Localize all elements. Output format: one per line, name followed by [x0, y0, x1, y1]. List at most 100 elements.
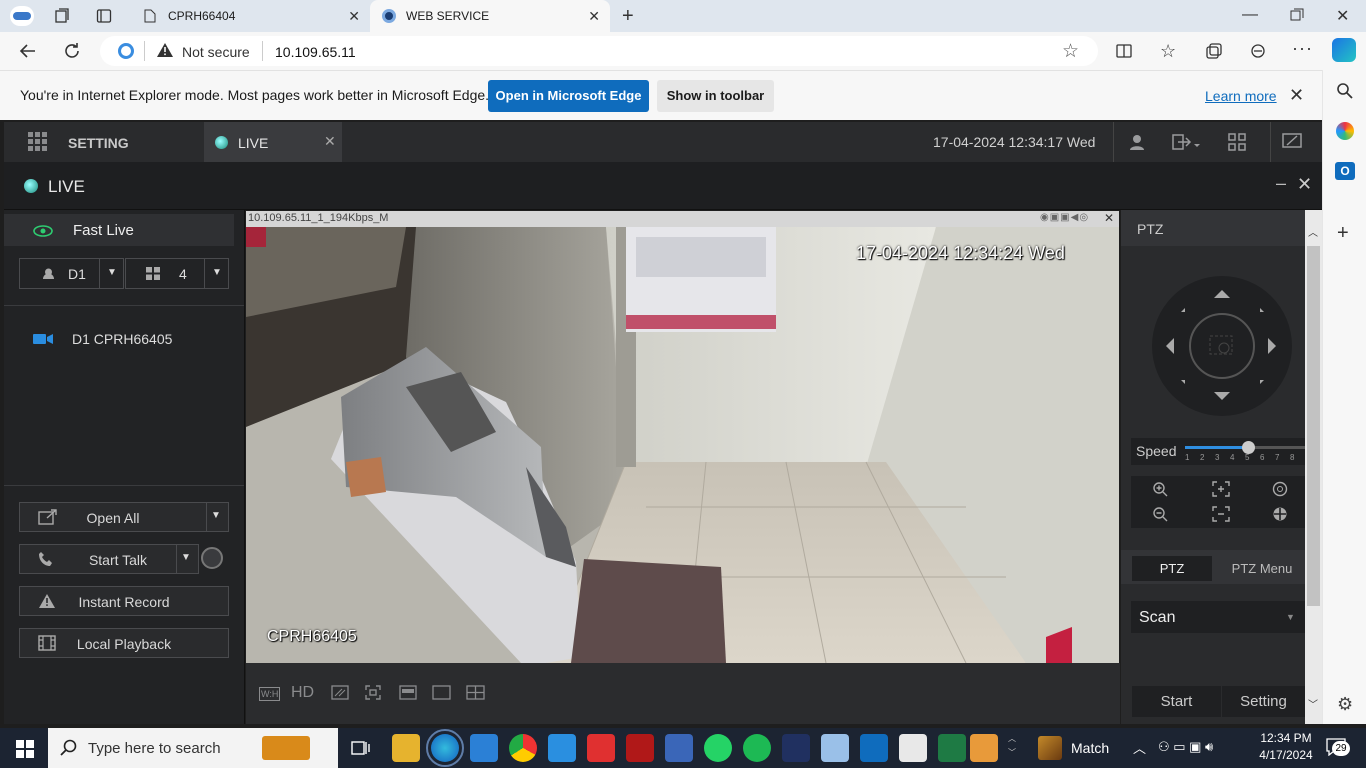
tab-ptz-menu[interactable]: PTZ Menu	[1221, 556, 1303, 581]
ptz-start-button[interactable]: Start	[1132, 686, 1221, 717]
excel-icon[interactable]	[938, 734, 966, 762]
sidebar-settings-icon[interactable]: ⚙	[1337, 694, 1353, 715]
scrollbar-thumb[interactable]	[1307, 246, 1320, 606]
chevron-down-icon[interactable]: ▼	[107, 267, 117, 278]
scroll-up-icon[interactable]: ︿	[1308, 224, 1318, 239]
zoom-in-icon[interactable]	[1152, 481, 1168, 497]
extensions-icon[interactable]	[1249, 42, 1267, 60]
minimize-panel-icon[interactable]: –	[1276, 173, 1286, 194]
local-playback-button[interactable]: Local Playback	[19, 628, 229, 658]
user-icon[interactable]	[1129, 134, 1145, 150]
tab-ptz[interactable]: PTZ	[1132, 556, 1212, 581]
more-menu-icon[interactable]: ···	[1292, 38, 1313, 59]
close-tab-icon[interactable]: ✕	[588, 8, 600, 25]
taskbar-search-box[interactable]: Type here to search	[48, 728, 338, 768]
open-in-edge-button[interactable]: Open in Microsoft Edge	[488, 80, 649, 112]
open-all-button[interactable]: Open All ▼	[19, 502, 229, 532]
document-icon[interactable]	[899, 734, 927, 762]
ptz-setting-button[interactable]: Setting	[1222, 686, 1305, 717]
chrome-icon[interactable]	[509, 734, 537, 762]
copilot-icon[interactable]	[1332, 38, 1356, 62]
store-icon[interactable]	[470, 734, 498, 762]
talk-status-indicator[interactable]	[201, 547, 223, 569]
video-controls-icons[interactable]: ◉▣▣◀◎	[1040, 212, 1089, 223]
favorites-icon[interactable]: ☆	[1160, 41, 1176, 62]
logout-icon[interactable]	[1172, 134, 1202, 150]
ptz-direction-pad[interactable]	[1152, 276, 1292, 416]
add-favorite-icon[interactable]: ☆	[1062, 40, 1079, 63]
qr-code-icon[interactable]	[1228, 133, 1246, 151]
profile-avatar[interactable]	[10, 6, 34, 26]
search-icon[interactable]	[1336, 82, 1354, 100]
instant-record-button[interactable]: Instant Record	[19, 586, 229, 616]
scroll-down-icon[interactable]: ﹀	[1308, 696, 1318, 711]
security-label[interactable]: Not secure	[182, 44, 250, 60]
chevron-down-icon[interactable]: ▼	[211, 510, 221, 521]
close-panel-icon[interactable]: ✕	[1297, 174, 1312, 195]
single-split-icon[interactable]	[399, 685, 417, 700]
aspect-ratio-button[interactable]: W:H	[259, 687, 281, 701]
windows-start-icon[interactable]	[16, 740, 34, 758]
tray-icons[interactable]: ⚇ ▭ ▣ 🔊︎	[1158, 739, 1213, 755]
widget-label[interactable]: Match	[1071, 740, 1109, 756]
collections-icon[interactable]	[1205, 42, 1223, 60]
speed-slider-track[interactable]	[1185, 441, 1305, 454]
fullscreen-icon[interactable]	[1282, 132, 1302, 150]
active-app-icon[interactable]	[970, 734, 998, 762]
ie-mode-icon[interactable]	[118, 43, 134, 59]
device-select[interactable]: D1 ▼	[19, 258, 124, 289]
tab-web-service[interactable]: WEB SERVICE ✕	[370, 0, 610, 32]
url-text[interactable]: 10.109.65.11	[275, 44, 356, 60]
address-bar[interactable]: Not secure 10.109.65.11 ☆	[100, 36, 1098, 66]
zoom-out-icon[interactable]	[1152, 506, 1168, 522]
notification-center[interactable]: 29	[1326, 738, 1350, 756]
focus-far-icon[interactable]	[1212, 506, 1230, 522]
refresh-icon[interactable]	[62, 41, 82, 61]
close-infobar-icon[interactable]: ✕	[1289, 85, 1304, 106]
close-video-icon[interactable]: ✕	[1104, 211, 1114, 225]
tally-icon[interactable]	[782, 734, 810, 762]
copilot-sidebar-icon[interactable]	[1336, 122, 1354, 140]
iris-close-icon[interactable]	[1272, 506, 1288, 522]
new-tab-icon[interactable]: +	[622, 5, 634, 28]
chevron-down-icon[interactable]: ▼	[212, 267, 222, 278]
app-76-icon[interactable]	[626, 734, 654, 762]
focus-near-icon[interactable]	[1212, 481, 1230, 497]
notes-icon[interactable]	[821, 734, 849, 762]
start-talk-button[interactable]: Start Talk ▼	[19, 544, 199, 574]
restore-icon[interactable]	[1290, 8, 1304, 22]
video-feed[interactable]: 17-04-2024 12:34:24 Wed CPRH66405	[246, 227, 1119, 663]
close-live-tab-icon[interactable]: ✕	[324, 133, 336, 150]
edge-icon[interactable]	[426, 729, 464, 767]
fast-live-row[interactable]: Fast Live	[4, 214, 234, 246]
live-tab[interactable]: LIVE ✕	[204, 122, 342, 162]
setting-tab[interactable]: SETTING	[68, 135, 129, 151]
hd-button[interactable]: HD	[291, 684, 314, 702]
outlook-icon[interactable]: O	[1335, 162, 1355, 180]
learn-more-link[interactable]: Learn more	[1205, 88, 1277, 104]
show-in-toolbar-button[interactable]: Show in toolbar	[657, 80, 774, 112]
back-icon[interactable]	[18, 41, 38, 61]
device-list-item[interactable]: D1 CPRH66405	[4, 326, 244, 352]
anydesk-icon[interactable]	[587, 734, 615, 762]
split-select[interactable]: 4 ▼	[125, 258, 229, 289]
close-tab-icon[interactable]: ✕	[348, 8, 360, 25]
taskbar-scroll-icon[interactable]: ︿ ﹀	[1008, 732, 1016, 760]
add-sidebar-icon[interactable]: +	[1337, 222, 1349, 245]
speed-control[interactable]: Speed 1 2 3 4 5 6 7 8	[1131, 438, 1305, 465]
taskbar-time[interactable]: 12:34 PM	[1256, 731, 1316, 745]
split-screen-icon[interactable]	[1115, 42, 1133, 60]
chevron-down-icon[interactable]: ▼	[181, 552, 191, 563]
show-hidden-icons[interactable]: ︿	[1133, 738, 1146, 757]
file-explorer-icon[interactable]	[392, 734, 420, 762]
quad-split-icon[interactable]	[466, 685, 485, 700]
task-view-icon[interactable]	[350, 738, 370, 758]
workspaces-icon[interactable]	[54, 8, 70, 24]
main-menu-icon[interactable]	[28, 132, 48, 152]
mail-icon[interactable]	[548, 734, 576, 762]
close-window-icon[interactable]: ✕	[1336, 6, 1349, 26]
outlook-taskbar-icon[interactable]	[860, 734, 888, 762]
spotify-icon[interactable]	[743, 734, 771, 762]
taskbar-date[interactable]: 4/17/2024	[1256, 748, 1316, 762]
whatsapp-icon[interactable]	[704, 734, 732, 762]
